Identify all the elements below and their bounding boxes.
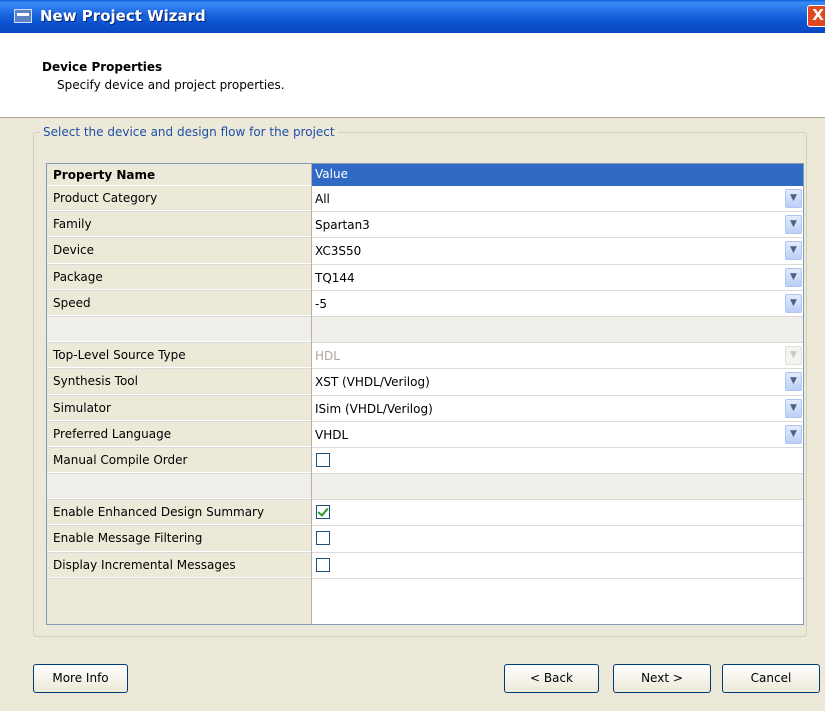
property-name: Enable Enhanced Design Summary [47, 500, 311, 526]
blank-row [47, 474, 803, 501]
property-value-cell [312, 500, 803, 526]
property-row: Manual Compile Order [47, 447, 803, 475]
property-name: Synthesis Tool [47, 369, 311, 395]
more-info-button[interactable]: More Info [33, 664, 128, 693]
property-row: Synthesis Tool XST (VHDL/Verilog) ▼ [47, 369, 803, 396]
property-value-cell [312, 447, 803, 474]
property-value-dropdown[interactable]: Spartan3 ▼ [312, 212, 803, 238]
property-name: Family [47, 212, 311, 238]
page-title: Device Properties [42, 60, 163, 74]
chevron-down-icon[interactable]: ▼ [785, 215, 802, 235]
dropdown-value: VHDL [315, 427, 349, 442]
property-row: Package TQ144 ▼ [47, 264, 803, 291]
chevron-down-icon[interactable]: ▼ [785, 398, 802, 418]
property-row: Product Category All ▼ [47, 186, 803, 213]
checkbox[interactable] [316, 452, 330, 467]
property-value-dropdown[interactable]: XC3S50 ▼ [312, 238, 803, 264]
property-name: Display Incremental Messages [47, 552, 311, 578]
cancel-button[interactable]: Cancel [722, 664, 820, 693]
property-value-dropdown[interactable]: ISim (VHDL/Verilog) ▼ [312, 395, 803, 421]
dropdown-value: HDL [315, 349, 340, 364]
empty-value-cell [312, 474, 803, 500]
property-name: Speed [47, 290, 311, 316]
next-button[interactable]: Next > [613, 664, 711, 693]
property-name: Device [47, 238, 311, 264]
property-name: Preferred Language [47, 421, 311, 447]
chevron-down-icon[interactable]: ▼ [785, 267, 802, 287]
chevron-down-icon[interactable]: ▼ [785, 241, 802, 261]
property-rows: Product Category All ▼ Family Spartan3 ▼ Devic… [47, 186, 803, 579]
property-name: Manual Compile Order [47, 447, 311, 474]
wizard-header: Device Properties Specify device and pro… [0, 33, 825, 118]
close-button[interactable]: X [807, 5, 825, 27]
title-bar: New Project Wizard X [0, 0, 825, 33]
property-value-dropdown[interactable]: All ▼ [312, 186, 803, 212]
property-row: Enable Enhanced Design Summary [47, 500, 803, 527]
property-row: Device XC3S50 ▼ [47, 238, 803, 265]
chevron-down-icon[interactable]: ▼ [785, 189, 802, 208]
property-value-cell [312, 552, 803, 578]
chevron-down-icon[interactable]: ▼ [785, 424, 802, 444]
property-row: Display Incremental Messages [47, 552, 803, 579]
property-value-dropdown[interactable]: XST (VHDL/Verilog) ▼ [312, 369, 803, 395]
property-row: Simulator ISim (VHDL/Verilog) ▼ [47, 395, 803, 422]
property-row: Enable Message Filtering [47, 526, 803, 553]
dropdown-value: XC3S50 [315, 244, 362, 259]
column-header-value: Value [312, 164, 803, 186]
checkbox[interactable] [316, 557, 330, 572]
property-name: Top-Level Source Type [47, 343, 311, 369]
chevron-down-icon[interactable]: ▼ [785, 372, 802, 392]
window-title: New Project Wizard [40, 7, 206, 25]
dropdown-value: ISim (VHDL/Verilog) [315, 401, 433, 416]
checkbox-checked[interactable] [316, 505, 330, 520]
property-name: Package [47, 264, 311, 290]
empty-value-cell [312, 316, 803, 343]
property-row: Preferred Language VHDL ▼ [47, 421, 803, 448]
app-icon [14, 9, 32, 23]
dropdown-value: -5 [315, 296, 327, 311]
checkbox[interactable] [316, 531, 330, 546]
column-divider [311, 164, 312, 624]
dropdown-value: Spartan3 [315, 218, 370, 233]
property-row: Top-Level Source Type HDL ▼ [47, 343, 803, 370]
dropdown-value: TQ144 [315, 270, 355, 285]
property-row: Family Spartan3 ▼ [47, 212, 803, 239]
dropdown-value: XST (VHDL/Verilog) [315, 375, 430, 390]
blank-row [47, 316, 803, 344]
property-value-dropdown: HDL ▼ [312, 343, 803, 369]
chevron-down-icon[interactable]: ▼ [785, 293, 802, 313]
property-value-dropdown[interactable]: TQ144 ▼ [312, 264, 803, 290]
column-header-property-name: Property Name [47, 164, 311, 186]
property-name [47, 474, 311, 500]
property-name: Enable Message Filtering [47, 526, 311, 552]
back-button[interactable]: < Back [504, 664, 599, 693]
dropdown-value: All [315, 192, 330, 206]
property-grid: Property Name Value Product Category All ▼… [46, 163, 804, 625]
property-name: Simulator [47, 395, 311, 421]
property-name [47, 316, 311, 343]
groupbox-legend: Select the device and design flow for th… [40, 125, 338, 139]
property-value-dropdown[interactable]: -5 ▼ [312, 290, 803, 316]
property-row: Speed -5 ▼ [47, 290, 803, 317]
page-subtitle: Specify device and project properties. [57, 78, 285, 92]
chevron-down-icon: ▼ [785, 346, 802, 366]
property-value-dropdown[interactable]: VHDL ▼ [312, 421, 803, 447]
property-name: Product Category [47, 186, 311, 212]
property-value-cell [312, 526, 803, 552]
